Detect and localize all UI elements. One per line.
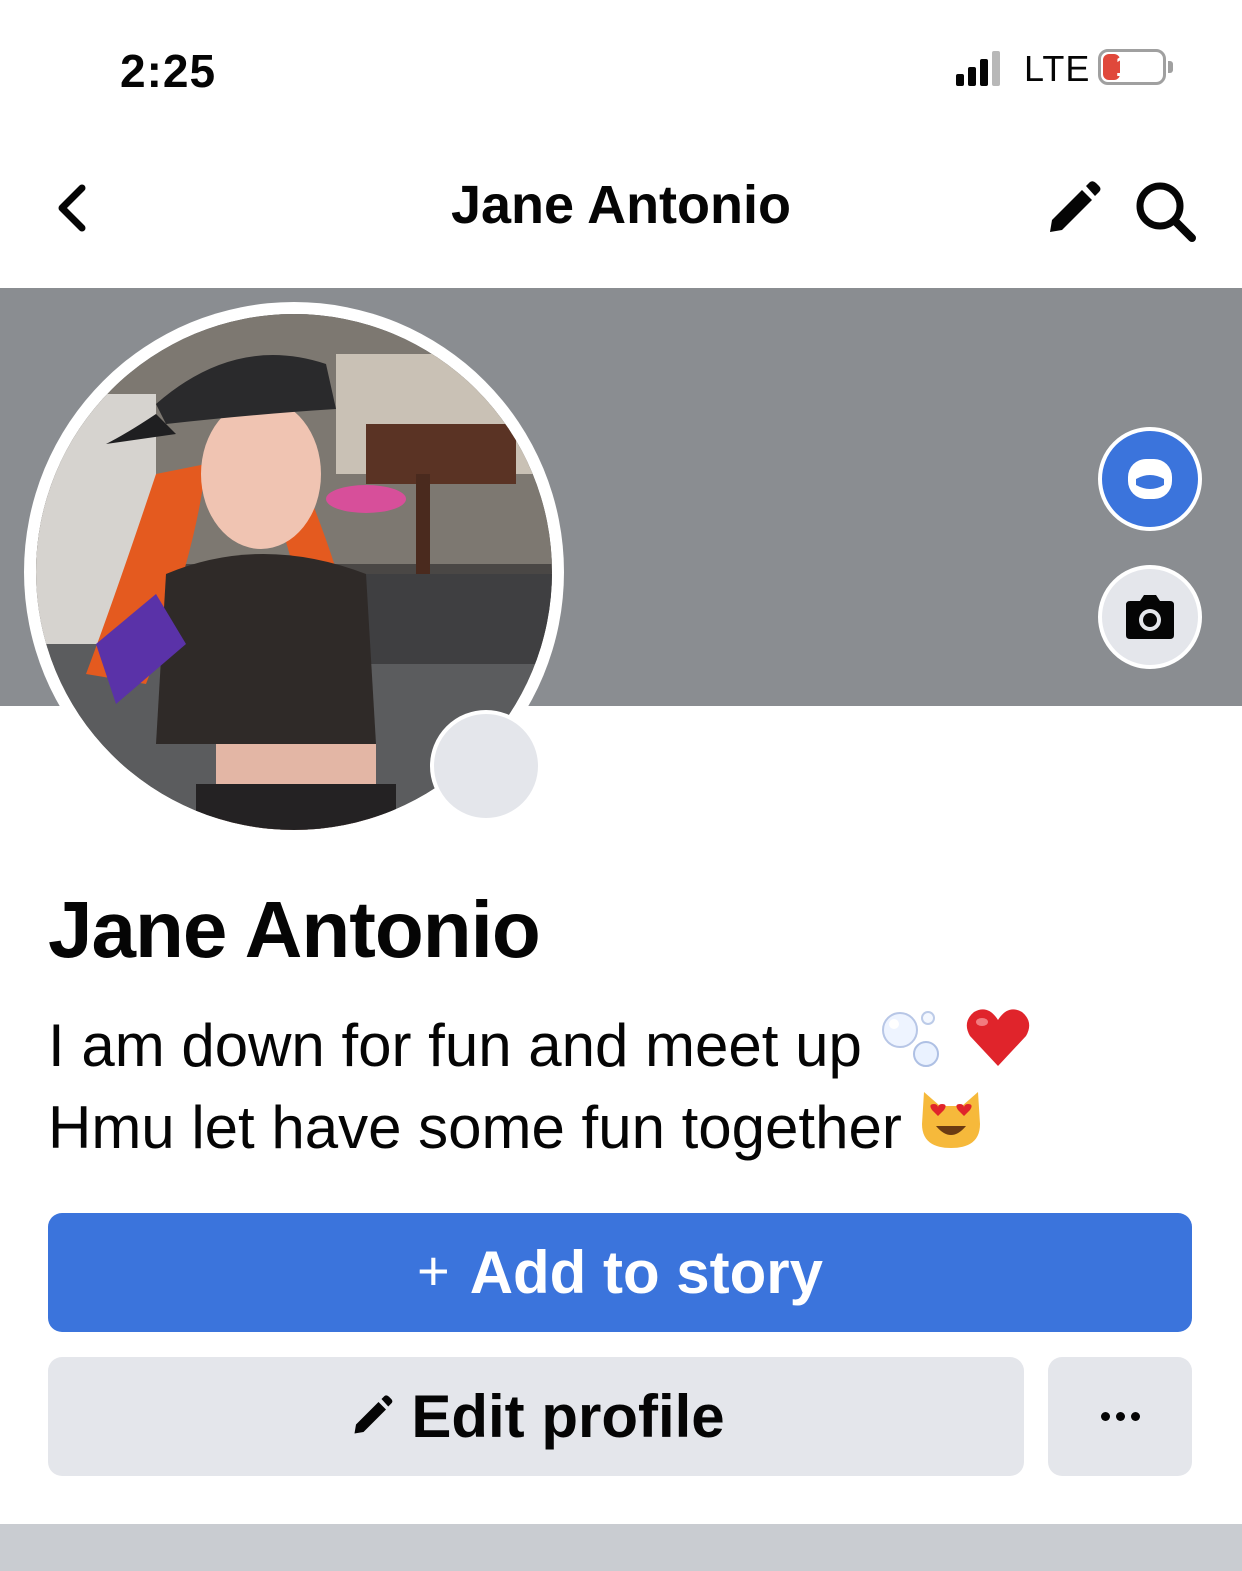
- add-to-story-label: Add to story: [469, 1239, 824, 1306]
- bio-text: Hmu let have some fun together: [48, 1094, 902, 1161]
- search-icon: [1136, 182, 1196, 242]
- avatar-icon: [1128, 459, 1172, 499]
- pencil-icon: [354, 1394, 393, 1433]
- network-type: LTE: [1024, 48, 1091, 89]
- edit-profile-button[interactable]: Edit profile: [48, 1357, 1024, 1476]
- plus-icon: +: [416, 1239, 450, 1302]
- heart-eyes-cat-emoji: [918, 1088, 984, 1168]
- red-heart-emoji: [964, 1006, 1032, 1086]
- status-time: 2:25: [120, 45, 217, 97]
- section-divider: [0, 1524, 1242, 1571]
- ellipsis-icon: [1098, 1412, 1143, 1421]
- search-button[interactable]: [1130, 176, 1202, 248]
- battery-icon: 13: [1098, 49, 1166, 85]
- nav-bar: Jane Antonio: [0, 140, 1242, 288]
- camera-icon: [1126, 595, 1174, 639]
- battery-cap: [1168, 61, 1173, 73]
- profile-name: Jane Antonio: [48, 885, 541, 974]
- profile-bio: I am down for fun and meet up Hmu let ha…: [48, 1004, 1032, 1168]
- add-to-story-button[interactable]: + Add to story: [48, 1213, 1192, 1332]
- status-bar: 2:25 LTE 13: [0, 0, 1242, 140]
- edit-button[interactable]: [1040, 178, 1104, 242]
- avatar-status-badge[interactable]: [430, 710, 542, 822]
- more-options-button[interactable]: [1048, 1357, 1192, 1476]
- bubbles-emoji: [878, 1004, 948, 1088]
- bio-text: I am down for fun and meet up: [48, 1012, 862, 1079]
- bio-line: Hmu let have some fun together: [48, 1088, 1032, 1168]
- battery-percent: 13: [1115, 50, 1149, 83]
- cover-camera-button[interactable]: [1098, 565, 1202, 669]
- signal-icon: [956, 50, 1000, 86]
- pencil-icon: [1050, 181, 1101, 232]
- bio-line: I am down for fun and meet up: [48, 1004, 1032, 1088]
- edit-profile-label: Edit profile: [411, 1383, 725, 1450]
- avatar-button[interactable]: [1098, 427, 1202, 531]
